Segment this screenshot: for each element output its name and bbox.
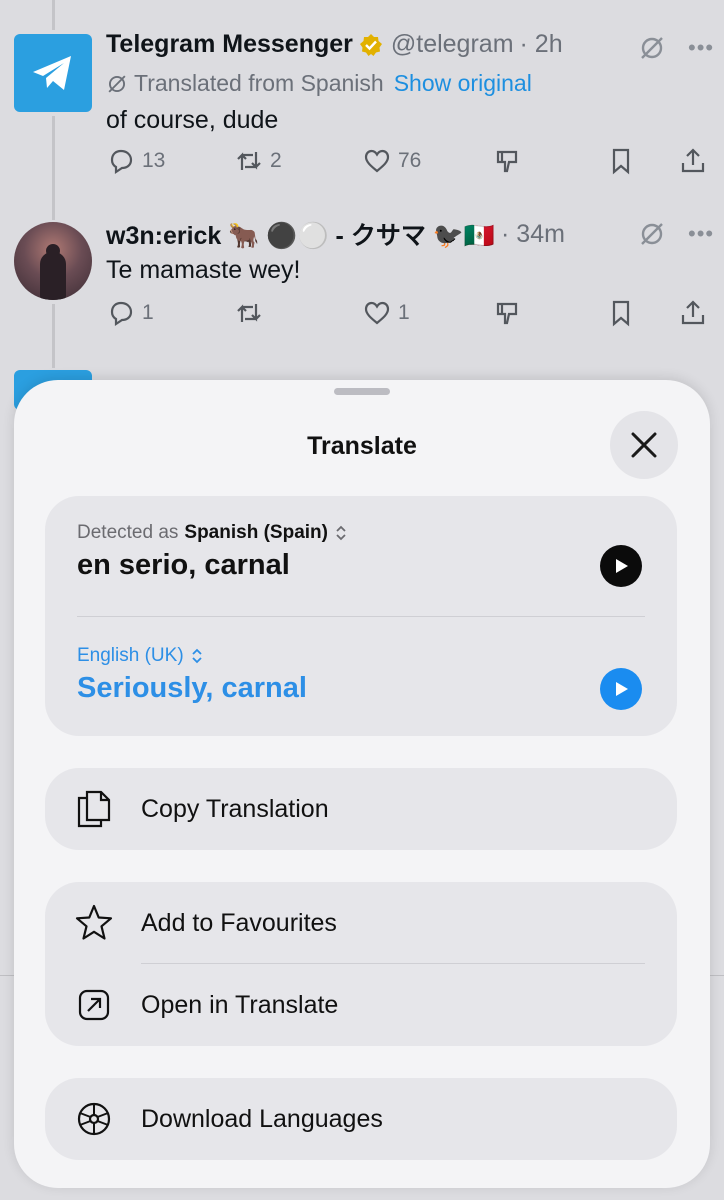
copy-icon (73, 788, 115, 830)
translation-notice: Translated from Spanish Show original (106, 70, 532, 97)
heart-icon (364, 149, 390, 173)
bookmark-button[interactable] (606, 146, 636, 176)
translate-slash-icon[interactable] (638, 34, 666, 62)
bookmark-icon (612, 300, 630, 327)
share-button[interactable] (678, 146, 708, 176)
download-languages-button[interactable]: Download Languages (45, 1078, 677, 1160)
open-in-translate-button[interactable]: Open in Translate (45, 964, 677, 1046)
open-in-translate-label: Open in Translate (141, 990, 339, 1019)
translated-text: Seriously, carnal (77, 672, 307, 704)
show-original-link[interactable]: Show original (394, 70, 532, 97)
translation-card: Detected as Spanish (Spain) en serio, ca… (45, 496, 677, 736)
copy-translation-card: Copy Translation (45, 768, 677, 850)
telegram-avatar[interactable] (14, 34, 92, 112)
share-button[interactable] (678, 298, 708, 328)
download-languages-card: Download Languages (45, 1078, 677, 1160)
tweet-header: w3n:erick 🐂 ⚫⚪ - クサマ 🐦‍⬛🇲🇽 · 34m (106, 216, 565, 252)
author-handle[interactable]: @telegram (391, 30, 514, 59)
translate-sheet: Translate Detected as Spanish (Spain) en… (14, 380, 710, 1188)
close-button[interactable] (610, 411, 678, 479)
sheet-title: Translate (307, 432, 417, 460)
card-separator (77, 616, 645, 617)
dislike-button[interactable] (492, 146, 522, 176)
add-to-favourites-label: Add to Favourites (141, 908, 337, 937)
share-icon (681, 300, 705, 325)
tweet-header: Telegram Messenger @telegram · 2h (106, 30, 563, 59)
bookmark-button[interactable] (606, 298, 636, 328)
tweet-time: · 2h (519, 30, 563, 58)
thumbs-down-icon (496, 302, 518, 325)
like-count: 76 (398, 149, 422, 172)
reply-icon (110, 301, 133, 327)
author-name[interactable]: Telegram Messenger (106, 30, 353, 59)
copy-translation-button[interactable]: Copy Translation (45, 768, 677, 850)
chevron-updown-icon (336, 525, 346, 541)
actions-card: Add to Favourites Open in Translate (45, 882, 677, 1046)
thumbs-down-icon (496, 150, 518, 173)
play-source-button[interactable] (600, 545, 642, 587)
telegram-logo-icon (33, 56, 71, 90)
source-text: en serio, carnal (77, 549, 290, 581)
reply-icon (110, 149, 133, 175)
thread-line (52, 0, 55, 30)
retweet-button[interactable] (234, 298, 270, 328)
tweet-text: Te mamaste wey! (106, 256, 301, 284)
reply-button[interactable]: 1 (106, 298, 154, 328)
source-language-selector[interactable]: Detected as Spanish (Spain) (77, 522, 348, 544)
sheet-grabber[interactable] (334, 388, 390, 395)
retweet-icon (237, 152, 261, 170)
close-icon (631, 432, 657, 458)
retweet-icon (237, 304, 261, 322)
play-icon (616, 682, 628, 696)
like-button[interactable]: 1 (362, 298, 410, 328)
download-languages-label: Download Languages (141, 1104, 383, 1133)
user-avatar[interactable] (14, 222, 92, 300)
author-name[interactable]: w3n:erick 🐂 ⚫⚪ - クサマ 🐦‍⬛🇲🇽 (106, 216, 495, 252)
star-icon (73, 902, 115, 944)
retweet-button[interactable]: 2 (234, 146, 282, 176)
bookmark-icon (612, 148, 630, 175)
open-external-icon (73, 984, 115, 1026)
reply-count: 1 (142, 301, 154, 324)
like-button[interactable]: 76 (362, 146, 421, 176)
like-count: 1 (398, 301, 410, 324)
translate-slash-icon[interactable] (638, 220, 666, 248)
tweet-text: of course, dude (106, 106, 279, 134)
detected-prefix: Detected as (77, 522, 179, 543)
gear-download-icon (73, 1098, 115, 1140)
retweet-count: 2 (270, 149, 282, 172)
verified-badge-icon (359, 33, 382, 56)
more-options-icon[interactable]: ••• (688, 221, 714, 247)
reply-button[interactable]: 13 (106, 146, 165, 176)
reply-count: 13 (142, 149, 166, 172)
tweet-top-actions: ••• (638, 220, 714, 248)
more-options-icon[interactable]: ••• (688, 35, 714, 61)
tweet-actions: 1 1 (106, 298, 714, 334)
heart-icon (364, 301, 390, 325)
translated-from-label: Translated from Spanish (134, 70, 384, 96)
play-icon (616, 559, 628, 573)
source-language: Spanish (Spain) (184, 522, 328, 543)
tweet-time: · 34m (501, 219, 565, 248)
play-translation-button[interactable] (600, 668, 642, 710)
target-language: English (UK) (77, 645, 184, 666)
add-to-favourites-button[interactable]: Add to Favourites (45, 882, 677, 964)
tweet-actions: 13 2 76 (106, 146, 714, 182)
avatar-figure-body (40, 252, 66, 300)
thread-line (52, 304, 55, 368)
target-language-selector[interactable]: English (UK) (77, 645, 204, 667)
dislike-button[interactable] (492, 298, 522, 328)
translate-slash-icon (108, 74, 126, 93)
tweet-top-actions: ••• (638, 34, 714, 62)
chevron-updown-icon (192, 648, 202, 664)
thread-line (52, 116, 55, 220)
share-icon (681, 148, 705, 173)
copy-translation-label: Copy Translation (141, 794, 329, 823)
